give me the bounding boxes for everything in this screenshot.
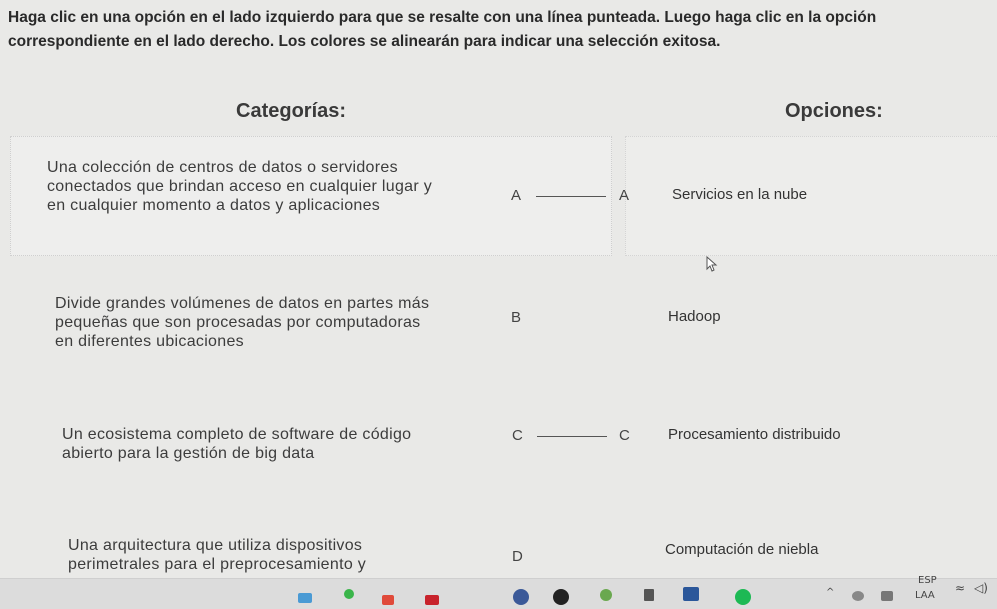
volume-icon[interactable]: ◁) [974, 581, 988, 595]
spotify-icon[interactable] [735, 589, 751, 605]
category-letter-b: B [511, 309, 522, 326]
category-letter-a: A [511, 187, 522, 204]
option-box-c[interactable] [625, 390, 997, 508]
option-text-d[interactable]: Computación de niebla [665, 541, 818, 558]
chevron-up-icon[interactable]: ^ [826, 587, 834, 598]
options-header: Opciones: [785, 100, 883, 122]
taskbar: ^ ESP LAA ≈ ◁) [0, 575, 997, 609]
region-indicator[interactable]: LAA [915, 590, 935, 601]
category-text-b[interactable]: Divide grandes volúmenes de datos en par… [55, 294, 430, 351]
facebook-icon[interactable] [513, 589, 529, 605]
youtube-icon[interactable] [425, 595, 439, 605]
category-letter-c: C [512, 427, 523, 444]
instructions-text: Haga clic en una opción en el lado izqui… [8, 9, 877, 50]
tray-icon[interactable] [881, 591, 893, 601]
option-letter-a: A [619, 187, 630, 204]
category-text-c[interactable]: Un ecosistema completo de software de có… [62, 425, 457, 463]
tiktok-icon[interactable] [553, 589, 569, 605]
option-letter-c: C [619, 427, 630, 444]
wifi-icon[interactable]: ≈ [955, 581, 965, 595]
taskbar-app-icon[interactable] [600, 589, 612, 601]
categories-header: Categorías: [236, 100, 347, 122]
taskbar-app-icon[interactable] [298, 593, 312, 603]
option-text-a[interactable]: Servicios en la nube [672, 186, 807, 203]
connector-line-c [537, 436, 607, 437]
category-text-a[interactable]: Una colección de centros de datos o serv… [47, 158, 452, 215]
taskbar-app-icon[interactable] [382, 595, 394, 605]
connector-line-a [536, 196, 606, 197]
option-text-c[interactable]: Procesamiento distribuido [668, 426, 841, 443]
category-text-d[interactable]: Una arquitectura que utiliza dispositivo… [68, 536, 398, 574]
tray-icon[interactable] [852, 591, 864, 601]
category-letter-d: D [512, 548, 523, 565]
language-indicator[interactable]: ESP [918, 575, 937, 586]
option-text-b[interactable]: Hadoop [668, 308, 721, 325]
taskbar-app-icon[interactable] [344, 589, 354, 599]
taskbar-app-icon[interactable] [644, 589, 654, 601]
word-icon[interactable] [683, 587, 699, 601]
